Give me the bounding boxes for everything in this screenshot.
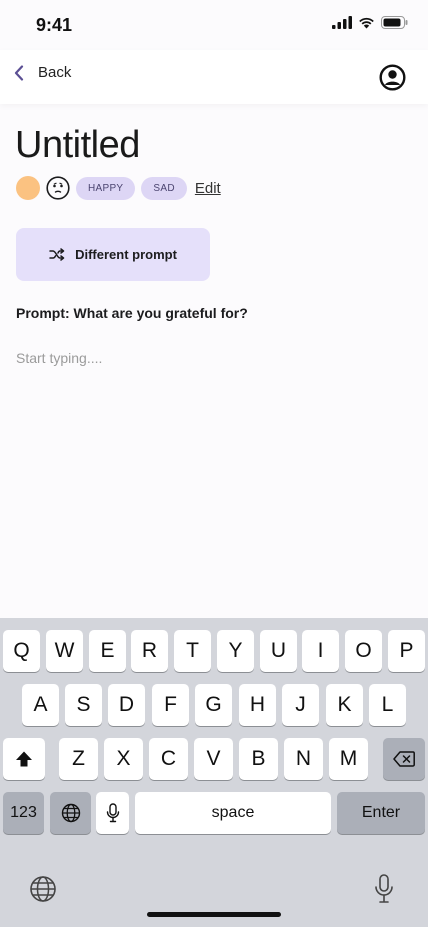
different-prompt-button[interactable]: Different prompt — [16, 228, 210, 281]
key-f[interactable]: F — [152, 684, 189, 726]
status-time: 9:41 — [36, 15, 73, 35]
key-d[interactable]: D — [108, 684, 145, 726]
dictation-key[interactable] — [96, 792, 129, 834]
battery-icon — [381, 16, 408, 29]
key-q[interactable]: Q — [3, 630, 40, 672]
status-icons — [332, 16, 408, 29]
key-e[interactable]: E — [89, 630, 126, 672]
key-b[interactable]: B — [239, 738, 278, 780]
key-g[interactable]: G — [195, 684, 232, 726]
backspace-icon — [393, 751, 415, 767]
key-x[interactable]: X — [104, 738, 143, 780]
key-t[interactable]: T — [174, 630, 211, 672]
key-j[interactable]: J — [282, 684, 319, 726]
different-prompt-label: Different prompt — [75, 247, 177, 262]
tag-happy[interactable]: HAPPY — [76, 176, 136, 200]
edit-tags-link[interactable]: Edit — [195, 180, 221, 197]
backspace-key[interactable] — [383, 738, 425, 780]
home-indicator — [147, 912, 281, 917]
back-label: Back — [38, 64, 72, 81]
key-y[interactable]: Y — [217, 630, 254, 672]
key-m[interactable]: M — [329, 738, 368, 780]
entry-text-input[interactable] — [16, 346, 412, 370]
entry-title[interactable]: Untitled — [15, 124, 140, 167]
key-k[interactable]: K — [326, 684, 363, 726]
key-u[interactable]: U — [260, 630, 297, 672]
wifi-icon — [359, 17, 374, 29]
emoji-globe-key[interactable] — [50, 792, 91, 834]
profile-icon[interactable] — [379, 64, 406, 91]
key-v[interactable]: V — [194, 738, 233, 780]
shift-key[interactable] — [3, 738, 45, 780]
prompt-text: Prompt: What are you grateful for? — [16, 305, 248, 321]
globe-icon[interactable] — [29, 875, 57, 903]
mood-color-dot[interactable] — [16, 176, 40, 200]
key-w[interactable]: W — [46, 630, 83, 672]
microphone-icon[interactable] — [374, 874, 394, 904]
space-key[interactable]: space — [135, 792, 331, 834]
numbers-key[interactable]: 123 — [3, 792, 44, 834]
key-n[interactable]: N — [284, 738, 323, 780]
chevron-left-icon — [14, 64, 24, 81]
key-r[interactable]: R — [131, 630, 168, 672]
key-c[interactable]: C — [149, 738, 188, 780]
keyboard: Q W E R T Y U I O P A S D F G H J K L Z … — [0, 618, 428, 927]
globe-icon — [61, 803, 80, 823]
microphone-icon — [106, 803, 119, 823]
key-l[interactable]: L — [369, 684, 406, 726]
shuffle-icon — [49, 248, 65, 261]
neutral-face-icon[interactable] — [46, 176, 70, 200]
shift-icon — [16, 751, 32, 767]
key-s[interactable]: S — [65, 684, 102, 726]
key-a[interactable]: A — [22, 684, 59, 726]
signal-icon — [332, 16, 352, 29]
key-o[interactable]: O — [345, 630, 382, 672]
tags-row: HAPPY SAD Edit — [16, 176, 221, 200]
key-h[interactable]: H — [239, 684, 276, 726]
enter-key[interactable]: Enter — [337, 792, 425, 834]
nav-bar: Back — [0, 50, 428, 104]
back-button[interactable]: Back — [14, 64, 71, 81]
key-z[interactable]: Z — [59, 738, 98, 780]
tag-sad[interactable]: SAD — [141, 176, 187, 200]
status-bar: 9:41 — [0, 0, 428, 50]
key-p[interactable]: P — [388, 630, 425, 672]
key-i[interactable]: I — [302, 630, 339, 672]
